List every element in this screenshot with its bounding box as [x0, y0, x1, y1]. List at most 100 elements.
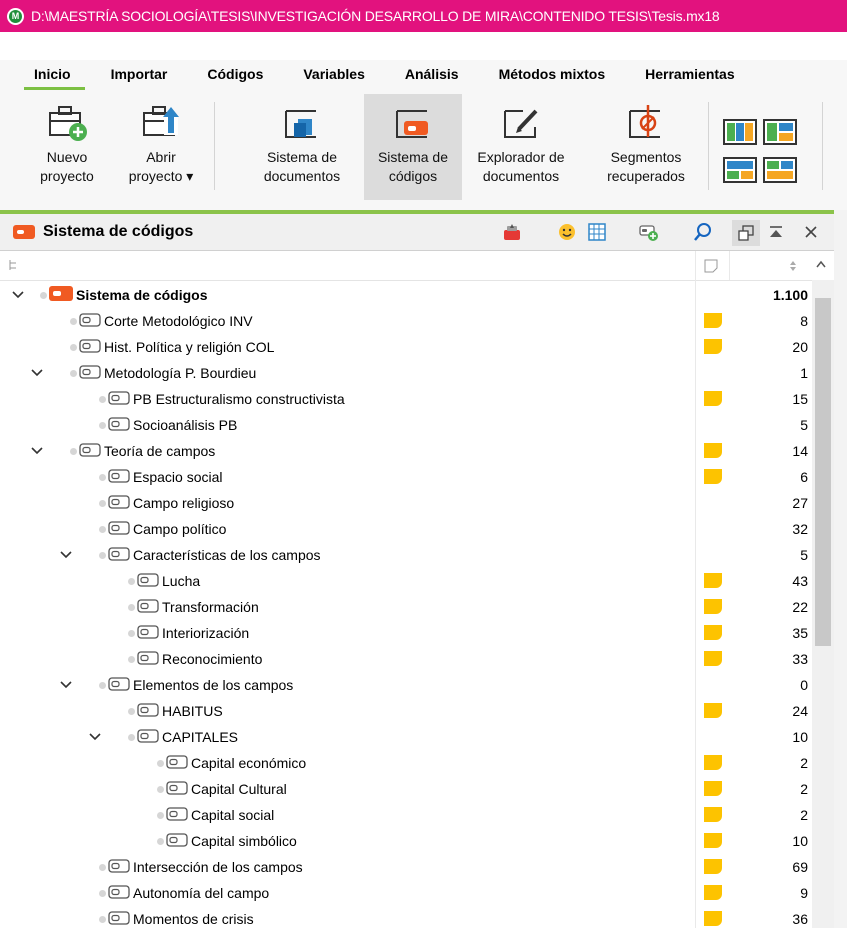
tab-inicio[interactable]: Inicio — [24, 66, 84, 90]
memo-icon[interactable] — [704, 781, 722, 796]
code-row[interactable]: HABITUS 24 — [0, 698, 812, 724]
code-row[interactable]: Características de los campos 5 — [0, 542, 812, 568]
code-row[interactable]: Hist. Política y religión COL 20 — [0, 334, 812, 360]
memo-icon[interactable] — [704, 339, 722, 354]
close-icon[interactable] — [800, 220, 822, 244]
code-item[interactable]: Capital Cultural — [157, 780, 287, 798]
code-item[interactable]: Espacio social — [99, 468, 223, 486]
code-row[interactable]: Capital social 2 — [0, 802, 812, 828]
table-icon[interactable] — [586, 220, 608, 244]
memo-icon[interactable] — [704, 911, 722, 926]
open-project-button[interactable]: Abrir proyecto ▾ — [118, 94, 204, 200]
expand-chevron-icon[interactable] — [58, 547, 74, 563]
emoticode-icon[interactable] — [556, 220, 578, 244]
code-row[interactable]: CAPITALES 10 — [0, 724, 812, 750]
code-item[interactable]: Capital simbólico — [157, 832, 297, 850]
code-item[interactable]: Campo político — [99, 520, 226, 538]
sort-icon[interactable] — [788, 260, 798, 272]
memo-icon[interactable] — [704, 573, 722, 588]
memo-icon[interactable] — [704, 885, 722, 900]
code-item[interactable]: Características de los campos — [99, 546, 321, 564]
code-row[interactable]: Capital simbólico 10 — [0, 828, 812, 854]
layout-button-3[interactable] — [722, 156, 758, 187]
memo-icon[interactable] — [704, 443, 722, 458]
code-row[interactable]: Intersección de los campos 69 — [0, 854, 812, 880]
code-item[interactable]: Capital social — [157, 806, 274, 824]
code-row[interactable]: Capital económico 2 — [0, 750, 812, 776]
memo-icon[interactable] — [704, 469, 722, 484]
code-item[interactable]: Capital económico — [157, 754, 306, 772]
code-row[interactable]: Capital Cultural 2 — [0, 776, 812, 802]
tab-importar[interactable]: Importar — [111, 66, 168, 90]
tab-analisis[interactable]: Análisis — [405, 66, 459, 90]
tree-root-row[interactable]: Sistema de códigos 1.100 — [0, 282, 812, 308]
undock-icon[interactable] — [732, 220, 760, 246]
code-item[interactable]: CAPITALES — [128, 728, 238, 746]
code-item[interactable]: Corte Metodológico INV — [70, 312, 253, 330]
code-item[interactable]: Reconocimiento — [128, 650, 262, 668]
code-row[interactable]: Autonomía del campo 9 — [0, 880, 812, 906]
code-item[interactable]: Elementos de los campos — [99, 676, 293, 694]
code-item[interactable]: Autonomía del campo — [99, 884, 269, 902]
memo-icon[interactable] — [704, 599, 722, 614]
tab-herramientas[interactable]: Herramientas — [645, 66, 735, 90]
memo-column-icon[interactable] — [704, 259, 718, 273]
code-row[interactable]: Elementos de los campos 0 — [0, 672, 812, 698]
search-icon[interactable] — [692, 220, 714, 244]
memo-icon[interactable] — [704, 755, 722, 770]
document-browser-button[interactable]: Explorador de documentos — [466, 94, 576, 200]
expand-chevron-icon[interactable] — [58, 677, 74, 693]
layout-button-4[interactable] — [762, 156, 798, 187]
code-item[interactable]: PB Estructuralismo constructivista — [99, 390, 345, 408]
code-row[interactable]: PB Estructuralismo constructivista 15 — [0, 386, 812, 412]
code-system-button[interactable]: Sistema de códigos — [364, 94, 462, 200]
code-item[interactable]: Teoría de campos — [70, 442, 215, 460]
tab-codigos[interactable]: Códigos — [207, 66, 263, 90]
hierarchy-icon[interactable] — [8, 259, 20, 271]
code-row[interactable]: Interiorización 35 — [0, 620, 812, 646]
scrollbar-thumb[interactable] — [815, 298, 831, 646]
document-system-button[interactable]: Sistema de documentos — [252, 94, 352, 200]
expand-chevron-icon[interactable] — [10, 287, 26, 303]
expand-chevron-icon[interactable] — [29, 443, 45, 459]
tab-metodos-mixtos[interactable]: Métodos mixtos — [499, 66, 606, 90]
code-item[interactable]: HABITUS — [128, 702, 223, 720]
code-row[interactable]: Campo religioso 27 — [0, 490, 812, 516]
memo-icon[interactable] — [704, 703, 722, 718]
code-row[interactable]: Corte Metodológico INV 8 — [0, 308, 812, 334]
code-row[interactable]: Lucha 43 — [0, 568, 812, 594]
code-item[interactable]: Interiorización — [128, 624, 249, 642]
new-code-icon[interactable] — [638, 220, 660, 244]
expand-chevron-icon[interactable] — [87, 729, 103, 745]
expand-chevron-icon[interactable] — [29, 365, 45, 381]
new-project-button[interactable]: Nuevo proyecto — [22, 94, 112, 200]
code-item[interactable]: Socioanálisis PB — [99, 416, 237, 434]
memo-icon[interactable] — [704, 859, 722, 874]
memo-icon[interactable] — [704, 807, 722, 822]
code-row[interactable]: Campo político 32 — [0, 516, 812, 542]
memo-icon[interactable] — [704, 625, 722, 640]
code-item[interactable]: Momentos de crisis — [99, 910, 254, 928]
code-item[interactable]: Campo religioso — [99, 494, 234, 512]
scroll-up-icon[interactable] — [816, 260, 826, 268]
code-item[interactable]: Lucha — [128, 572, 200, 590]
memo-icon[interactable] — [704, 391, 722, 406]
memo-icon[interactable] — [704, 651, 722, 666]
activated-codes-icon[interactable] — [501, 220, 523, 244]
code-row[interactable]: Socioanálisis PB 5 — [0, 412, 812, 438]
layout-button-2[interactable] — [762, 118, 798, 149]
code-row[interactable]: Teoría de campos 14 — [0, 438, 812, 464]
code-item[interactable]: Intersección de los campos — [99, 858, 303, 876]
code-row[interactable]: Transformación 22 — [0, 594, 812, 620]
layout-button-1[interactable] — [722, 118, 758, 149]
retrieved-segments-button[interactable]: Segmentos recuperados — [596, 94, 696, 200]
code-item[interactable]: Hist. Política y religión COL — [70, 338, 274, 356]
code-item[interactable]: Sistema de códigos — [40, 286, 207, 304]
collapse-panel-icon[interactable] — [766, 220, 786, 244]
code-row[interactable]: Reconocimiento 33 — [0, 646, 812, 672]
memo-icon[interactable] — [704, 833, 722, 848]
memo-icon[interactable] — [704, 313, 722, 328]
tab-variables[interactable]: Variables — [303, 66, 365, 90]
code-row[interactable]: Metodología P. Bourdieu 1 — [0, 360, 812, 386]
code-item[interactable]: Transformación — [128, 598, 259, 616]
